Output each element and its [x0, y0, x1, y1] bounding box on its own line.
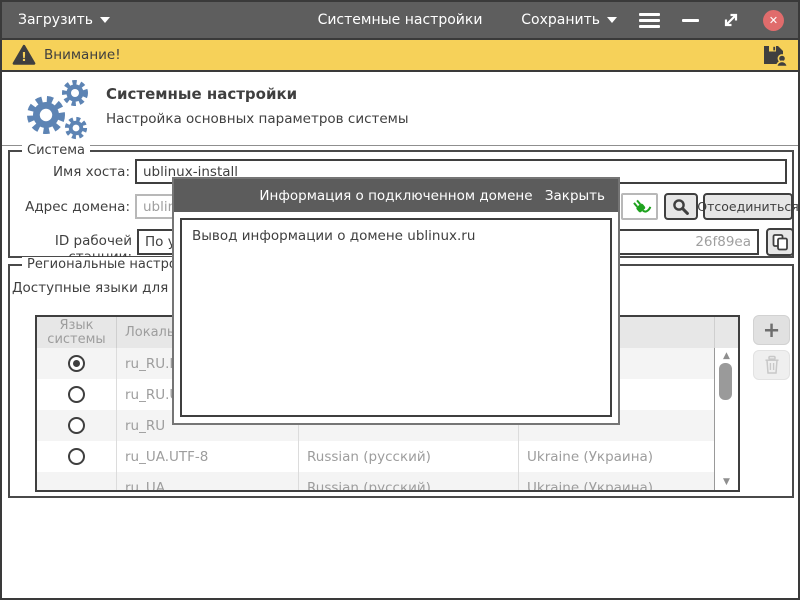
- header-separator: [2, 145, 798, 146]
- window-title: Системные настройки: [318, 2, 483, 38]
- scroll-down-icon[interactable]: ▼: [715, 477, 738, 487]
- locale-radio[interactable]: [68, 448, 85, 465]
- locale-radio[interactable]: [68, 417, 85, 434]
- dialog-titlebar: Информация о подключенном домене Закрыть: [174, 179, 618, 212]
- scrollbar-thumb[interactable]: [719, 363, 732, 400]
- add-locale-button[interactable]: +: [753, 315, 790, 345]
- page-header: Системные настройки Настройка основных п…: [2, 72, 798, 145]
- warning-bar: ! Внимание!: [2, 38, 798, 72]
- svg-text:!: !: [21, 50, 26, 64]
- trash-icon: [763, 355, 781, 375]
- language-cell: Russian (русский): [299, 472, 519, 492]
- warning-text: Внимание!: [44, 47, 121, 63]
- table-row[interactable]: ru_UA Russian (русский) Ukraine (Украина…: [37, 472, 738, 492]
- delete-locale-button[interactable]: [753, 350, 790, 380]
- plug-icon: [628, 197, 652, 217]
- system-legend: Система: [22, 143, 90, 158]
- copy-id-button[interactable]: [766, 228, 794, 256]
- page-title: Системные настройки: [106, 85, 409, 103]
- chevron-down-icon: [100, 17, 110, 23]
- save-user-icon: [761, 43, 788, 67]
- domain-info-dialog: Информация о подключенном домене Закрыть…: [172, 177, 620, 425]
- domain-label: Адрес домена:: [2, 199, 130, 215]
- hostname-label: Имя хоста:: [2, 164, 130, 180]
- locale-cell: ru_UA: [117, 472, 299, 492]
- table-scrollbar[interactable]: ▲ ▼: [714, 348, 738, 490]
- language-cell: Russian (русский): [299, 441, 519, 472]
- disconnect-button[interactable]: Отсоединиться: [703, 193, 793, 220]
- save-menu-label: Сохранить: [521, 12, 600, 28]
- plus-icon: +: [763, 320, 781, 341]
- page-subtitle: Настройка основных параметров системы: [106, 111, 409, 127]
- column-header-spacer: [715, 317, 738, 348]
- maximize-icon[interactable]: [721, 10, 741, 30]
- save-user-button[interactable]: [761, 43, 788, 67]
- workstation-id-value-end: 26f89ea: [695, 234, 751, 250]
- search-icon: [672, 198, 690, 216]
- menu-icon[interactable]: [639, 13, 660, 28]
- chevron-down-icon: [607, 17, 617, 23]
- locale-radio[interactable]: [68, 355, 85, 372]
- minimize-icon[interactable]: [682, 19, 699, 22]
- dialog-body: Вывод информации о домене ublinux.ru: [180, 218, 612, 417]
- country-cell: Ukraine (Украина): [519, 472, 715, 492]
- column-header-system-language: Язык системы: [37, 317, 117, 348]
- dialog-close-button[interactable]: Закрыть: [545, 179, 605, 212]
- close-icon[interactable]: ✕: [763, 10, 784, 31]
- system-settings-window: Загрузить Системные настройки Сохранить …: [0, 0, 800, 600]
- country-cell: Ukraine (Украина): [519, 441, 715, 472]
- dialog-title: Информация о подключенном домене: [259, 188, 532, 204]
- gears-icon: [12, 78, 102, 142]
- locale-radio[interactable]: [68, 386, 85, 403]
- disconnect-label: Отсоединиться: [697, 199, 798, 214]
- locale-cell: ru_UA.UTF-8: [117, 441, 299, 472]
- domain-search-button[interactable]: [664, 193, 698, 220]
- window-titlebar: Загрузить Системные настройки Сохранить …: [2, 2, 798, 38]
- load-menu-button[interactable]: Загрузить: [18, 2, 110, 38]
- table-row[interactable]: ru_UA.UTF-8 Russian (русский) Ukraine (У…: [37, 441, 738, 472]
- copy-icon: [771, 233, 790, 252]
- load-menu-label: Загрузить: [18, 12, 93, 28]
- warning-triangle-icon: !: [12, 44, 36, 66]
- save-menu-button[interactable]: Сохранить: [521, 12, 617, 28]
- scroll-up-icon[interactable]: ▲: [715, 351, 738, 361]
- connection-status-indicator: [621, 193, 658, 220]
